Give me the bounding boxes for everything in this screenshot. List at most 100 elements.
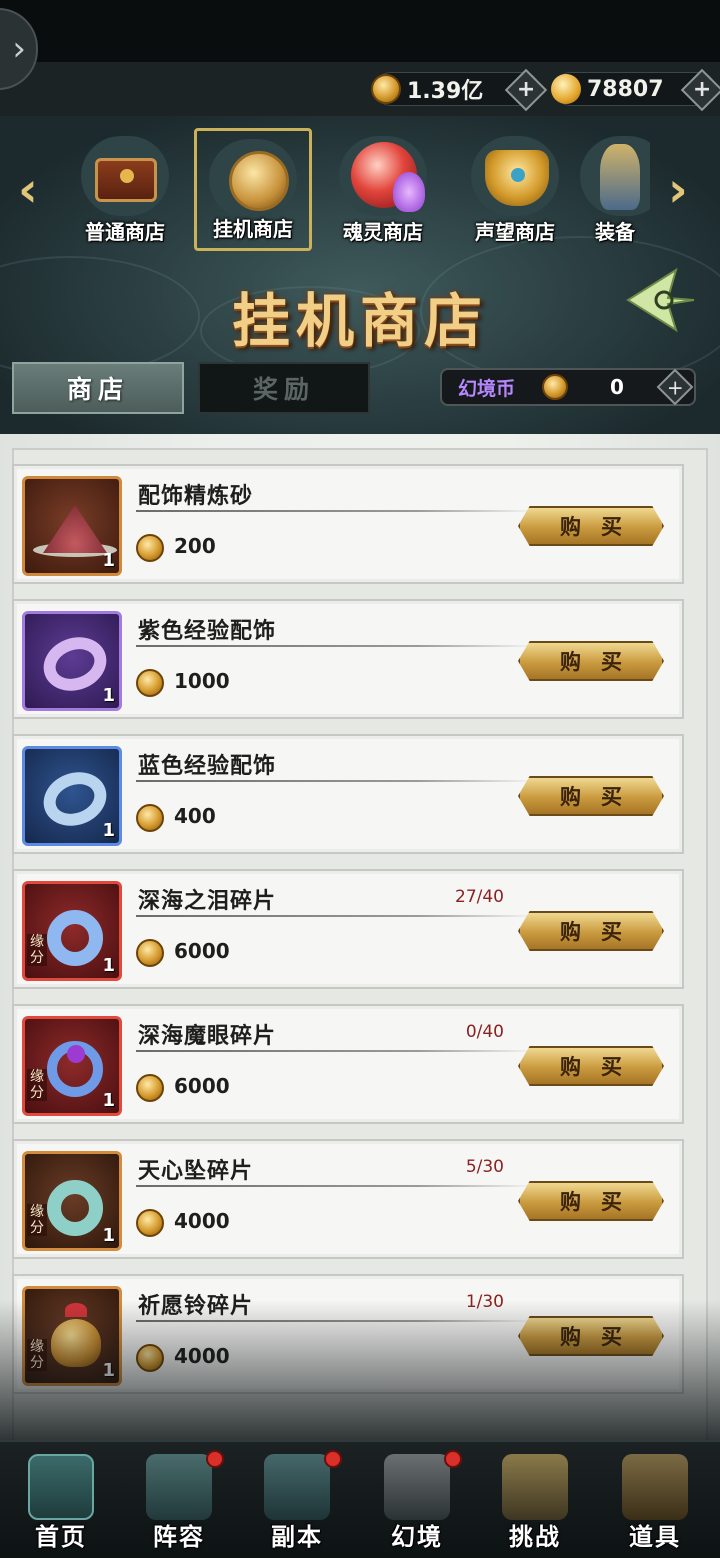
nav-label: 挑战 xyxy=(509,1523,561,1551)
tab-shop[interactable]: 商店 xyxy=(12,362,184,414)
nav-label: 道具 xyxy=(629,1523,681,1551)
tab-normal-shop[interactable]: 普通商店 xyxy=(66,136,184,251)
illusion-coin-counter: 幻境币 0 + xyxy=(440,368,696,406)
nav-challenge[interactable]: 挑战 xyxy=(476,1442,594,1558)
buy-button[interactable]: 购买 xyxy=(518,776,664,816)
shop-item-row[interactable]: 缘分 1 天心坠碎片 5/30 4000 购买 xyxy=(12,1139,684,1259)
item-price: 4000 xyxy=(174,1209,230,1233)
item-price: 200 xyxy=(174,534,216,558)
fate-tag: 缘分 xyxy=(27,1204,47,1236)
scroll-left-arrow-icon[interactable]: ‹ xyxy=(18,166,38,214)
illusion-coin-icon xyxy=(136,939,164,967)
item-quantity: 1 xyxy=(102,1090,115,1111)
item-price: 6000 xyxy=(174,1074,230,1098)
illusion-coin-icon xyxy=(136,804,164,832)
gold-ingot-icon xyxy=(551,74,581,104)
nav-realm[interactable]: 幻境 xyxy=(358,1442,476,1558)
buy-button[interactable]: 购买 xyxy=(518,1316,664,1356)
illusion-coin-icon xyxy=(136,669,164,697)
notification-badge xyxy=(206,1450,224,1468)
item-thumbnail[interactable]: 缘分 1 xyxy=(22,1286,122,1386)
item-thumbnail[interactable]: 缘分 1 xyxy=(22,1151,122,1251)
shop-item-row[interactable]: 缘分 1 祈愿铃碎片 1/30 4000 购买 xyxy=(12,1274,684,1394)
item-collect-count: 0/40 xyxy=(465,1022,504,1042)
tab-label: 装备 xyxy=(595,220,635,244)
item-name: 深海之泪碎片 xyxy=(138,889,277,914)
item-quantity: 1 xyxy=(102,955,115,976)
currency-bar: 1.39亿 + 78807 + xyxy=(0,62,720,116)
tab-soul-shop[interactable]: 魂灵商店 xyxy=(324,136,442,251)
item-name: 天心坠碎片 xyxy=(138,1159,254,1184)
nav-items[interactable]: 道具 xyxy=(596,1442,714,1558)
buy-button[interactable]: 购买 xyxy=(518,911,664,951)
divider xyxy=(136,510,536,512)
tab-equipment-shop[interactable]: 装备 xyxy=(580,136,650,251)
tab-idle-shop[interactable]: 挂机商店 xyxy=(194,128,312,251)
item-collect-count: 5/30 xyxy=(465,1157,504,1177)
item-quantity: 1 xyxy=(102,820,115,841)
soul-orb-icon xyxy=(351,142,425,212)
add-illusion-coin-button[interactable]: + xyxy=(656,368,694,406)
buy-button[interactable]: 购买 xyxy=(518,506,664,546)
home-pavilion-icon xyxy=(28,1454,94,1520)
item-name: 配饰精炼砂 xyxy=(138,484,254,509)
item-collect-count: 1/30 xyxy=(465,1292,504,1312)
nav-lineup[interactable]: 阵容 xyxy=(120,1442,238,1558)
add-ingot-button[interactable]: + xyxy=(680,68,720,112)
item-thumbnail[interactable]: 1 xyxy=(22,746,122,846)
fate-tag: 缘分 xyxy=(27,1339,47,1371)
scroll-map-icon xyxy=(502,1454,568,1520)
tab-label: 声望商店 xyxy=(475,220,555,244)
item-collect-count: 27/40 xyxy=(455,887,504,907)
crossed-swords-icon xyxy=(384,1454,450,1520)
nav-home[interactable]: 首页 xyxy=(2,1442,120,1558)
item-thumbnail[interactable]: 1 xyxy=(22,611,122,711)
item-bag-icon xyxy=(622,1454,688,1520)
buy-button[interactable]: 购买 xyxy=(518,641,664,681)
lineup-book-icon xyxy=(146,1454,212,1520)
item-thumbnail[interactable]: 缘分 1 xyxy=(22,1016,122,1116)
nav-dungeon[interactable]: 副本 xyxy=(238,1442,356,1558)
divider xyxy=(136,915,536,917)
buy-label: 购买 xyxy=(560,650,642,674)
divider xyxy=(136,645,536,647)
add-gold-button[interactable]: + xyxy=(504,68,548,112)
item-name: 祈愿铃碎片 xyxy=(138,1294,254,1319)
illusion-coin-icon xyxy=(136,1344,164,1372)
item-quantity: 1 xyxy=(102,685,115,706)
illusion-coin-icon xyxy=(542,374,568,400)
shop-item-list[interactable]: 1 配饰精炼砂 200 购买 1 紫色经验配饰 1000 购买 1 蓝色经验配饰 400 购买 缘分 1 深… xyxy=(0,434,720,1444)
treasure-chest-icon xyxy=(95,158,157,202)
status-bar xyxy=(0,0,720,62)
scroll-right-arrow-icon[interactable]: › xyxy=(668,166,688,214)
nav-label: 阵容 xyxy=(153,1523,205,1551)
divider xyxy=(136,780,536,782)
item-price: 400 xyxy=(174,804,216,828)
chevron-right-icon: › xyxy=(12,29,26,69)
illusion-coin-icon xyxy=(136,1209,164,1237)
tab-prestige-shop[interactable]: 声望商店 xyxy=(456,136,574,251)
tab-rewards[interactable]: 奖励 xyxy=(198,362,370,414)
illusion-coin-value: 0 xyxy=(610,375,624,399)
buy-label: 购买 xyxy=(560,1055,642,1079)
item-price: 1000 xyxy=(174,669,230,693)
fate-tag: 缘分 xyxy=(27,1069,47,1101)
nav-label: 幻境 xyxy=(391,1523,443,1551)
buy-button[interactable]: 购买 xyxy=(518,1181,664,1221)
shop-item-row[interactable]: 1 配饰精炼砂 200 购买 xyxy=(12,464,684,584)
crown-icon xyxy=(485,150,549,206)
realm-emblem-icon[interactable] xyxy=(624,264,696,336)
shop-banner: ‹ 普通商店 挂机商店 魂灵商店 声望商店 装备 › 挂机商店 商店 奖励 幻境… xyxy=(0,116,720,434)
shop-item-row[interactable]: 缘分 1 深海之泪碎片 27/40 6000 购买 xyxy=(12,869,684,989)
buy-button[interactable]: 购买 xyxy=(518,1046,664,1086)
tab-label: 魂灵商店 xyxy=(343,220,423,244)
illusion-coin-icon xyxy=(136,1074,164,1102)
shop-item-row[interactable]: 1 紫色经验配饰 1000 购买 xyxy=(12,599,684,719)
sub-tab-bar: 商店 奖励 幻境币 0 + xyxy=(0,362,720,418)
shop-item-row[interactable]: 1 蓝色经验配饰 400 购买 xyxy=(12,734,684,854)
shop-item-row[interactable]: 缘分 1 深海魔眼碎片 0/40 6000 购买 xyxy=(12,1004,684,1124)
nav-label: 首页 xyxy=(35,1523,87,1551)
buy-label: 购买 xyxy=(560,515,642,539)
item-thumbnail[interactable]: 1 xyxy=(22,476,122,576)
item-thumbnail[interactable]: 缘分 1 xyxy=(22,881,122,981)
